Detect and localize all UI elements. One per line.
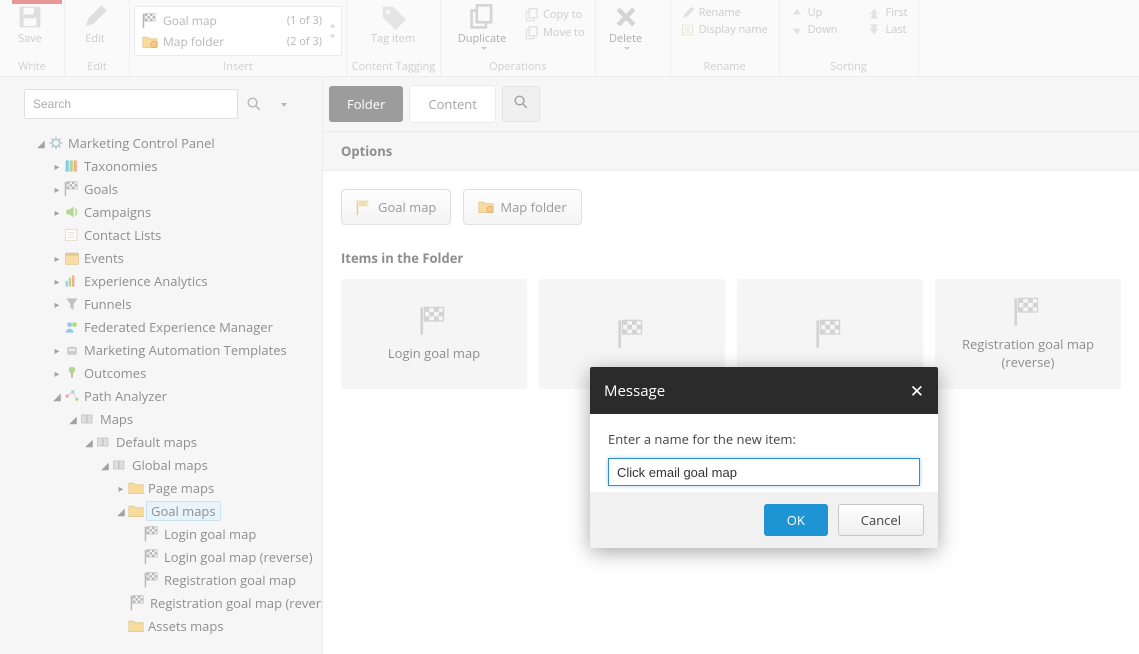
- group-rename: Rename: [671, 59, 779, 74]
- rename-button[interactable]: Rename: [675, 4, 775, 21]
- save-button[interactable]: Save: [4, 4, 56, 46]
- tree-assets-maps[interactable]: Assets maps: [0, 614, 322, 637]
- move-first-button[interactable]: First: [861, 4, 913, 21]
- tab-content[interactable]: Content: [409, 85, 496, 123]
- tree-contact-lists[interactable]: Contact Lists: [0, 223, 322, 246]
- cancel-button[interactable]: Cancel: [838, 504, 924, 536]
- tree-root[interactable]: ◢Marketing Control Panel: [0, 131, 322, 154]
- tree-taxonomies[interactable]: ▸Taxonomies: [0, 154, 322, 177]
- tree-maps[interactable]: ◢Maps: [0, 407, 322, 430]
- edit-button[interactable]: Edit: [69, 4, 121, 46]
- tree-sidebar: ◢Marketing Control Panel ▸Taxonomies ▸Go…: [0, 77, 323, 654]
- tree-campaigns[interactable]: ▸Campaigns: [0, 200, 322, 223]
- insert-map-folder[interactable]: Map folder(2 of 3): [138, 31, 326, 52]
- insert-goal-map[interactable]: Goal map(1 of 3): [138, 10, 326, 31]
- items-heading: Items in the Folder: [323, 243, 1139, 279]
- tree-login-goal-map[interactable]: Login goal map: [0, 522, 322, 545]
- tree-registration-goal-map[interactable]: Registration goal map: [0, 568, 322, 591]
- message-dialog: Message ✕ Enter a name for the new item:…: [590, 367, 938, 548]
- options-heading: Options: [323, 132, 1139, 171]
- tree-mat[interactable]: ▸Marketing Automation Templates: [0, 338, 322, 361]
- tree-goals[interactable]: ▸Goals: [0, 177, 322, 200]
- tree-funnels[interactable]: ▸Funnels: [0, 292, 322, 315]
- card-registration-goal-map-rev[interactable]: Registration goal map (reverse): [935, 279, 1121, 389]
- tree-fem[interactable]: Federated Experience Manager: [0, 315, 322, 338]
- group-edit: Edit: [65, 59, 129, 74]
- ribbon: Save Write Edit Edit Goal map(1 of 3) Ma…: [0, 0, 1139, 77]
- move-down-button[interactable]: Down: [784, 21, 844, 38]
- group-write: Write: [0, 59, 64, 74]
- tree-login-goal-map-rev[interactable]: Login goal map (reverse): [0, 545, 322, 568]
- option-map-folder[interactable]: Map folder: [463, 189, 581, 225]
- tree-page-maps[interactable]: ▸Page maps: [0, 476, 322, 499]
- group-operations: Operations: [441, 59, 595, 74]
- insert-scroll[interactable]: [326, 10, 338, 52]
- group-content-tagging: Content Tagging: [347, 59, 440, 74]
- search-input[interactable]: [24, 89, 238, 119]
- dialog-name-input[interactable]: [608, 458, 920, 486]
- move-to-button[interactable]: Move to: [519, 24, 591, 41]
- card-login-goal-map[interactable]: Login goal map: [341, 279, 527, 389]
- tree-outcomes[interactable]: ▸Outcomes: [0, 361, 322, 384]
- tab-search[interactable]: [502, 86, 540, 122]
- search-dropdown[interactable]: [270, 90, 298, 118]
- search-button[interactable]: [240, 90, 268, 118]
- tree-events[interactable]: ▸Events: [0, 246, 322, 269]
- tree-experience-analytics[interactable]: ▸Experience Analytics: [0, 269, 322, 292]
- tree-default-maps[interactable]: ◢Default maps: [0, 430, 322, 453]
- copy-to-button[interactable]: Copy to: [519, 6, 591, 23]
- move-up-button[interactable]: Up: [784, 4, 844, 21]
- dialog-close-icon[interactable]: ✕: [910, 379, 924, 402]
- display-name-button[interactable]: Display name: [675, 21, 775, 38]
- content-panel: Folder Content Options Goal map Map fold…: [323, 77, 1139, 654]
- dialog-prompt: Enter a name for the new item:: [608, 430, 920, 448]
- option-goal-map[interactable]: Goal map: [341, 189, 451, 225]
- tree-goal-maps[interactable]: ◢Goal maps: [0, 499, 322, 522]
- delete-button[interactable]: Delete: [600, 4, 652, 53]
- dialog-title: Message: [604, 381, 665, 401]
- tree-path-analyzer[interactable]: ◢Path Analyzer: [0, 384, 322, 407]
- tab-folder[interactable]: Folder: [329, 86, 403, 122]
- tag-item-button[interactable]: Tag item: [351, 4, 435, 46]
- tree-global-maps[interactable]: ◢Global maps: [0, 453, 322, 476]
- tree-registration-goal-map-rev[interactable]: Registration goal map (reverse): [0, 591, 322, 614]
- move-last-button[interactable]: Last: [861, 21, 913, 38]
- content-tree: ◢Marketing Control Panel ▸Taxonomies ▸Go…: [0, 129, 322, 639]
- group-insert: Insert: [130, 59, 346, 74]
- duplicate-button[interactable]: Duplicate: [445, 4, 519, 53]
- group-sorting: Sorting: [780, 59, 918, 74]
- ok-button[interactable]: OK: [764, 504, 828, 536]
